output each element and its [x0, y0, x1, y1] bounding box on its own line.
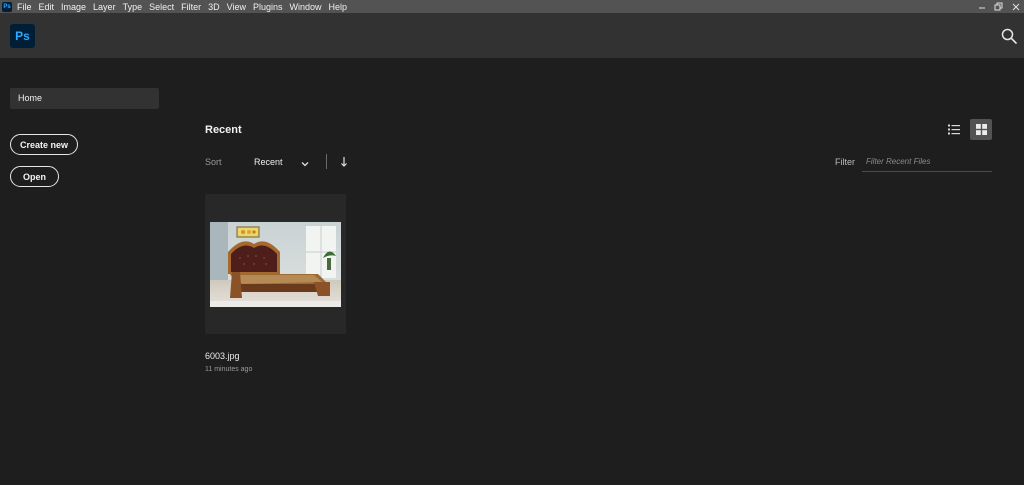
restore-icon — [994, 2, 1003, 11]
filter-recent-files-input[interactable] — [862, 151, 992, 172]
chevron-down-icon — [301, 162, 309, 167]
home-header: Ps — [0, 13, 1024, 58]
bed-photo-thumbnail — [210, 222, 341, 307]
open-button[interactable]: Open — [10, 166, 59, 187]
page-title: Recent — [205, 124, 242, 136]
menu-image[interactable]: Image — [61, 2, 86, 12]
menu-layer[interactable]: Layer — [93, 2, 116, 12]
recent-file-card[interactable] — [205, 194, 346, 334]
menu-view[interactable]: View — [227, 2, 246, 12]
list-view-icon — [948, 124, 960, 135]
menu-items: File Edit Image Layer Type Select Filter… — [17, 2, 354, 12]
close-button[interactable] — [1007, 0, 1024, 13]
search-icon — [1001, 28, 1017, 44]
menu-help[interactable]: Help — [329, 2, 348, 12]
grid-view-button[interactable] — [970, 119, 992, 140]
menu-filter[interactable]: Filter — [181, 2, 201, 12]
menu-plugins[interactable]: Plugins — [253, 2, 283, 12]
create-new-button[interactable]: Create new — [10, 134, 78, 155]
window-controls — [973, 0, 1024, 13]
sort-label: Sort — [205, 157, 222, 167]
search-button[interactable] — [1001, 28, 1017, 44]
menu-type[interactable]: Type — [123, 2, 143, 12]
file-thumbnail — [210, 222, 341, 307]
list-view-button[interactable] — [943, 119, 965, 140]
menu-bar: Ps File Edit Image Layer Type Select Fil… — [0, 0, 1024, 13]
menu-edit[interactable]: Edit — [39, 2, 55, 12]
photoshop-app-icon[interactable]: Ps — [2, 1, 12, 12]
sidebar-item-home[interactable]: Home — [10, 88, 159, 109]
sort-divider — [326, 154, 327, 169]
photoshop-logo-text: Ps — [15, 29, 30, 43]
sort-dropdown-toggle[interactable] — [300, 156, 310, 167]
menu-file[interactable]: File — [17, 2, 32, 12]
file-name[interactable]: 6003.jpg — [205, 351, 240, 361]
menu-3d[interactable]: 3D — [208, 2, 220, 12]
photoshop-logo[interactable]: Ps — [10, 24, 35, 48]
grid-view-icon — [975, 124, 987, 135]
file-modified-time: 11 minutes ago — [205, 366, 253, 373]
sort-direction-button[interactable] — [339, 155, 349, 167]
minimize-icon — [978, 7, 985, 8]
menu-select[interactable]: Select — [149, 2, 174, 12]
minimize-button[interactable] — [973, 0, 990, 13]
sort-dropdown[interactable]: Recent — [254, 157, 283, 167]
close-icon — [1012, 3, 1019, 10]
menu-window[interactable]: Window — [290, 2, 322, 12]
filter-label: Filter — [835, 157, 855, 167]
arrow-down-icon — [341, 157, 347, 167]
restore-button[interactable] — [990, 0, 1007, 13]
